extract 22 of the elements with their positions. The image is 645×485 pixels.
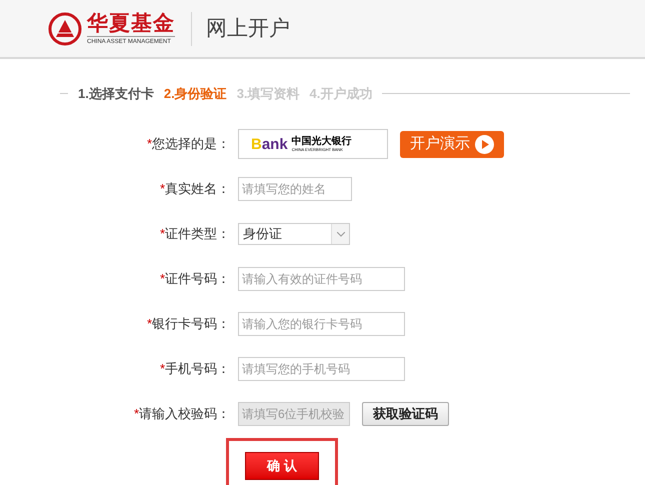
input-field[interactable]: 请输入您的银行卡号码 [238, 312, 405, 336]
id-type-select[interactable]: 身份证 [238, 223, 350, 245]
play-icon [475, 134, 494, 154]
field-label: *请输入校验码： [132, 405, 231, 424]
bank-name: 中国光大银行 [292, 136, 352, 147]
bank-logo-text: Bank [251, 136, 288, 152]
confirm-button[interactable]: 确 认 [245, 452, 319, 480]
chevron-down-icon [336, 232, 344, 236]
input-field[interactable]: 请填写您的姓名 [238, 177, 352, 201]
field-label: *银行卡号码： [146, 315, 231, 334]
step-label: 2.身份验证 [164, 85, 227, 103]
step-label: 1.选择支付卡 [78, 85, 154, 103]
input-field[interactable]: 请填写您的手机号码 [238, 357, 405, 381]
field-label: *真实姓名： [158, 180, 231, 198]
page-title: 网上开户 [206, 16, 290, 42]
field-label: *您选择的是： [146, 135, 231, 154]
input-field[interactable]: 请输入有效的证件号码 [238, 267, 405, 291]
field-label: *证件类型： [158, 225, 231, 244]
field-label: *手机号码： [158, 360, 231, 378]
brand-name: 华夏基金 [87, 12, 175, 36]
field-label: *证件号码： [158, 270, 231, 288]
logo-icon [48, 12, 82, 46]
